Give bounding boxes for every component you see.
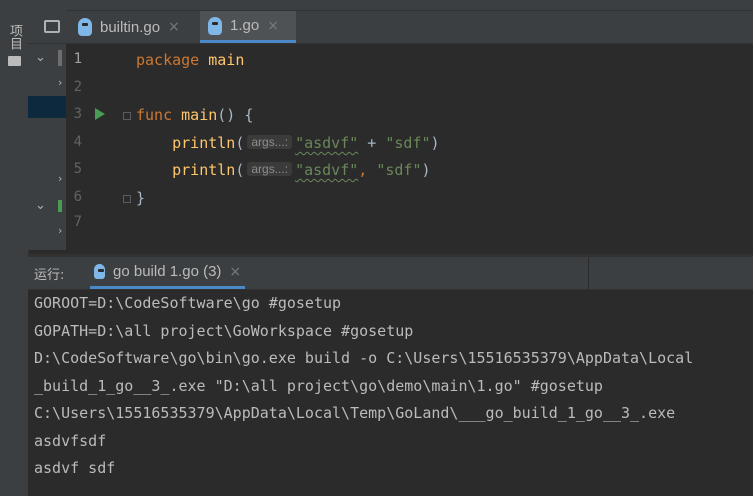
line-number: 2: [73, 79, 82, 95]
code-line-4: println(args...: "asdvf" + "sdf"): [172, 134, 440, 152]
chevron-down-icon[interactable]: ⌄: [35, 50, 46, 65]
tab-label: builtin.go: [100, 18, 161, 36]
divider: [588, 257, 589, 289]
module-icon: [58, 50, 62, 66]
folder-icon: [8, 56, 21, 66]
chevron-right-icon[interactable]: ›: [58, 224, 62, 237]
fold-icon[interactable]: [123, 112, 131, 120]
project-tool-button[interactable]: 项目: [6, 24, 22, 50]
fold-icon[interactable]: [123, 195, 131, 203]
console-line: asdvfsdf: [34, 432, 107, 450]
line-number: 1: [73, 51, 82, 67]
chevron-right-icon[interactable]: ›: [58, 172, 62, 185]
recent-files-icon[interactable]: [44, 20, 60, 33]
code-line-1: package main: [136, 51, 245, 69]
console-line: asdvf sdf: [34, 459, 116, 477]
title-strip: [28, 0, 753, 11]
line-number: 4: [73, 134, 82, 150]
run-icon[interactable]: [95, 108, 105, 120]
code-editor[interactable]: 1 2 3 4 5 6 7 package main func main() {…: [66, 44, 753, 254]
editor-tab-bar: builtin.go × 1.go ×: [28, 11, 753, 44]
tab-builtin-go[interactable]: builtin.go ×: [70, 11, 198, 43]
run-panel-label: 运行:: [34, 268, 65, 283]
close-icon[interactable]: ×: [267, 18, 279, 34]
line-number: 7: [73, 214, 82, 226]
close-icon[interactable]: ×: [168, 19, 180, 35]
close-icon[interactable]: ×: [229, 264, 241, 280]
line-number: 3: [73, 106, 82, 122]
run-tab-label: go build 1.go (3): [113, 263, 222, 280]
tool-window-rail: 项目: [0, 0, 29, 496]
console-line: C:\Users\15516535379\AppData\Local\Temp\…: [34, 404, 676, 422]
code-line-6: }: [136, 189, 146, 207]
line-number: 5: [73, 161, 82, 177]
parameter-hint: args...:: [247, 135, 293, 149]
parameter-hint: args...:: [247, 162, 293, 176]
run-tool-window-header: 运行: go build 1.go (3) ×: [28, 257, 753, 290]
go-build-icon: [94, 264, 105, 279]
chevron-down-icon[interactable]: ⌄: [35, 198, 46, 213]
console-line: GOROOT=D:\CodeSoftware\go #gosetup: [34, 294, 342, 312]
console-line: GOPATH=D:\all project\GoWorkspace #goset…: [34, 322, 414, 340]
go-file-icon: [78, 18, 92, 36]
console-line: _build_1_go__3_.exe "D:\all project\go\d…: [34, 377, 603, 395]
console-line: D:\CodeSoftware\go\bin\go.exe build -o C…: [34, 349, 694, 367]
go-file-icon: [208, 16, 222, 35]
code-line-3: func main() {: [136, 106, 254, 124]
line-number: 6: [73, 189, 82, 205]
tab-1-go[interactable]: 1.go ×: [200, 11, 296, 43]
console-output[interactable]: GOROOT=D:\CodeSoftware\go #gosetup GOPAT…: [28, 290, 753, 496]
tab-label: 1.go: [230, 17, 260, 34]
chevron-right-icon[interactable]: ›: [58, 76, 62, 89]
tree-selected-row[interactable]: [28, 96, 66, 118]
library-icon: [58, 200, 62, 212]
code-line-5: println(args...: "asdvf", "sdf"): [172, 161, 431, 179]
run-config-tab[interactable]: go build 1.go (3) ×: [90, 257, 246, 289]
